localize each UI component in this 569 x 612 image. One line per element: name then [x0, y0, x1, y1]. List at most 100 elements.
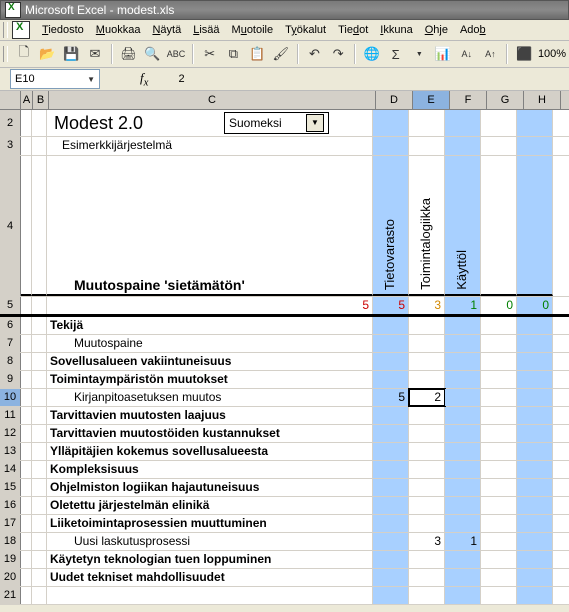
cell-col-label-E[interactable]: Toimintalogiikka	[409, 156, 445, 296]
row-header[interactable]: 4	[0, 156, 21, 296]
autosum-icon[interactable]: Σ	[385, 43, 407, 65]
row-header[interactable]: 17	[0, 515, 21, 532]
cell[interactable]	[445, 515, 481, 532]
mail-icon[interactable]: ✉	[84, 43, 106, 65]
cell[interactable]	[32, 497, 47, 514]
cell[interactable]	[517, 551, 553, 568]
cell[interactable]	[481, 353, 517, 370]
cell[interactable]	[32, 407, 47, 424]
cell[interactable]	[373, 110, 409, 136]
cell[interactable]	[517, 461, 553, 478]
cell[interactable]: 1	[445, 297, 481, 314]
cell[interactable]	[445, 479, 481, 496]
zoom-box[interactable]: 100%	[538, 48, 566, 60]
row-header[interactable]: 11	[0, 407, 21, 424]
cell[interactable]	[21, 461, 32, 478]
menu-window[interactable]: Ikkuna	[374, 24, 418, 36]
cell-title[interactable]: Modest 2.0 Suomeksi ▼	[47, 110, 373, 136]
print-preview-icon[interactable]: 🔍	[141, 43, 163, 65]
cell[interactable]	[481, 110, 517, 136]
cell[interactable]: 0	[517, 297, 553, 314]
row-header[interactable]: 8	[0, 353, 21, 370]
autosum-dropdown-icon[interactable]: ▼	[408, 43, 430, 65]
cell[interactable]	[517, 371, 553, 388]
cell[interactable]	[409, 587, 445, 604]
cell[interactable]	[445, 137, 481, 155]
cell[interactable]	[517, 389, 553, 406]
cell[interactable]	[32, 317, 47, 334]
cell[interactable]	[409, 317, 445, 334]
spellcheck-icon[interactable]: ABC	[165, 43, 187, 65]
cell[interactable]: Toimintaympäristön muutokset	[47, 371, 373, 388]
sort-desc-icon[interactable]: A↑	[480, 43, 502, 65]
cell[interactable]	[517, 137, 553, 155]
sort-asc-icon[interactable]: A↓	[456, 43, 478, 65]
cell[interactable]: 0	[481, 297, 517, 314]
cell[interactable]	[409, 515, 445, 532]
cell[interactable]: 2	[409, 389, 445, 406]
cell[interactable]: Uudet tekniset mahdollisuudet	[47, 569, 373, 586]
row-header[interactable]: 10	[0, 389, 21, 406]
cell[interactable]	[481, 335, 517, 352]
cell-subtitle[interactable]: Esimerkkijärjestelmä	[47, 137, 373, 155]
cell-col-label-D[interactable]: Tietovarasto	[373, 156, 409, 296]
cell[interactable]	[445, 317, 481, 334]
cell[interactable]	[481, 479, 517, 496]
cell[interactable]	[32, 389, 47, 406]
cell[interactable]	[32, 156, 47, 296]
name-box-dropdown-icon[interactable]: ▼	[87, 75, 95, 84]
cell-col-label-F[interactable]: Käyttöl	[445, 156, 481, 296]
menu-help[interactable]: Ohje	[419, 24, 454, 36]
cell[interactable]: Sovellusalueen vakiintuneisuus	[47, 353, 373, 370]
excel-icon[interactable]	[12, 21, 30, 39]
cell[interactable]	[445, 425, 481, 442]
row-header[interactable]: 3	[0, 137, 21, 155]
cell[interactable]	[32, 137, 47, 155]
row-header[interactable]: 13	[0, 443, 21, 460]
chart-wizard-icon[interactable]: 📊	[432, 43, 454, 65]
cell[interactable]	[517, 443, 553, 460]
menu-insert[interactable]: Lisää	[187, 24, 225, 36]
row-header[interactable]: 7	[0, 335, 21, 352]
hyperlink-icon[interactable]: 🌐	[361, 43, 383, 65]
cell[interactable]	[373, 407, 409, 424]
cell[interactable]	[445, 443, 481, 460]
cell[interactable]	[21, 443, 32, 460]
select-all-corner[interactable]	[0, 91, 21, 109]
cell[interactable]	[445, 587, 481, 604]
menu-file[interactable]: Tiedosto	[36, 24, 90, 36]
col-header-A[interactable]: A	[21, 91, 33, 109]
cell[interactable]: Kompleksisuus	[47, 461, 373, 478]
col-header-E[interactable]: E	[413, 91, 450, 109]
menu-tools[interactable]: Työkalut	[279, 24, 332, 36]
menu-edit[interactable]: Muokkaa	[90, 24, 147, 36]
row-header[interactable]: 16	[0, 497, 21, 514]
cell[interactable]	[32, 461, 47, 478]
cell[interactable]	[445, 389, 481, 406]
cell[interactable]	[373, 461, 409, 478]
cell[interactable]	[517, 353, 553, 370]
row-header[interactable]: 15	[0, 479, 21, 496]
cell[interactable]	[21, 551, 32, 568]
cell[interactable]	[409, 110, 445, 136]
cell[interactable]	[517, 515, 553, 532]
cell[interactable]	[21, 389, 32, 406]
cell[interactable]	[373, 479, 409, 496]
language-combo[interactable]: Suomeksi ▼	[224, 112, 329, 134]
cell[interactable]: Ohjelmiston logiikan hajautuneisuus	[47, 479, 373, 496]
cell[interactable]	[21, 317, 32, 334]
cell[interactable]	[445, 335, 481, 352]
cell[interactable]	[409, 137, 445, 155]
paste-icon[interactable]: 📋	[246, 43, 268, 65]
row-header[interactable]: 18	[0, 533, 21, 550]
row-header[interactable]: 14	[0, 461, 21, 478]
cell[interactable]	[409, 335, 445, 352]
cell[interactable]	[445, 461, 481, 478]
cell[interactable]	[409, 569, 445, 586]
cell[interactable]	[517, 497, 553, 514]
cell[interactable]	[445, 497, 481, 514]
cell[interactable]	[445, 371, 481, 388]
menu-view[interactable]: Näytä	[146, 24, 187, 36]
cell[interactable]	[21, 371, 32, 388]
cell[interactable]	[481, 425, 517, 442]
